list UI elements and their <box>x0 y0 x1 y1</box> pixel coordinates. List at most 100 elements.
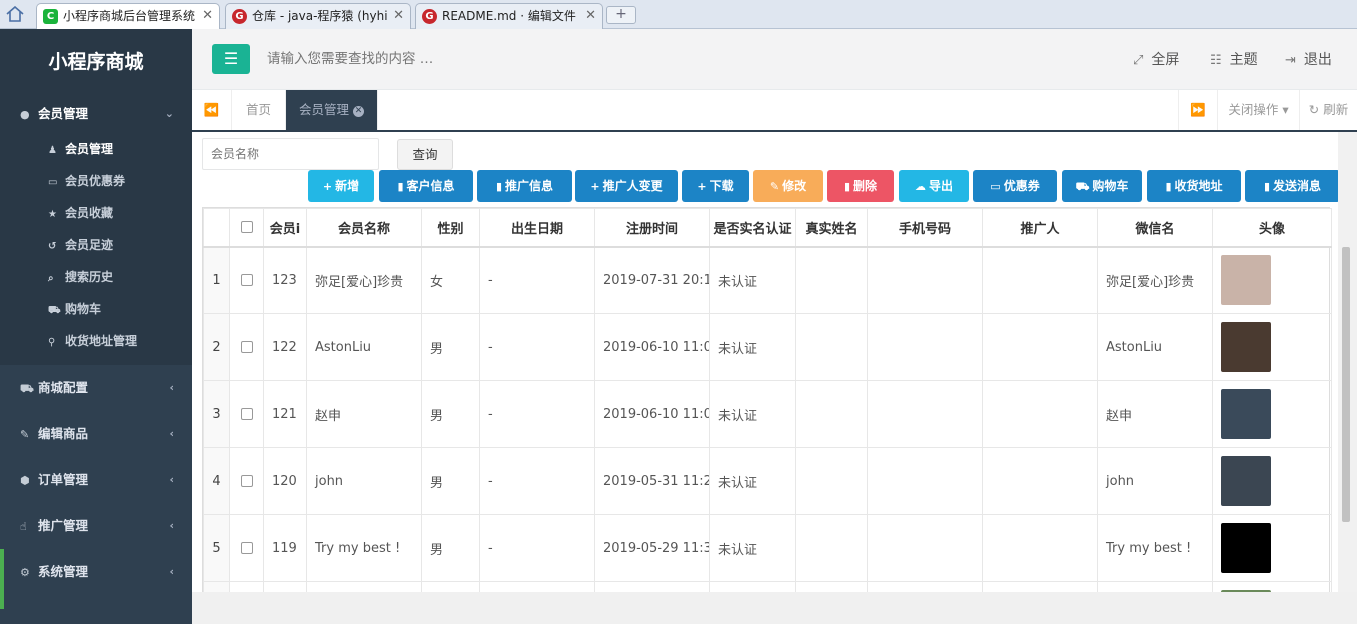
action-button[interactable]: ▮ 收货地址 <box>1147 170 1241 202</box>
sidebar-subitem[interactable]: ⛟ 购物车 <box>0 293 192 325</box>
table-row[interactable]: 2122AstonLiu男-2019-06-10 11:08:3未认证Aston… <box>203 313 1332 381</box>
close-icon[interactable]: ✕ <box>202 4 213 28</box>
avatar <box>1221 389 1271 439</box>
row-number: 4 <box>203 447 230 515</box>
tabs-scroll-left-button[interactable]: ⏪ <box>192 90 232 130</box>
action-button[interactable]: ▭ 优惠券 <box>973 170 1057 202</box>
close-icon[interactable]: ✕ <box>585 4 596 28</box>
cell-auth: 未认证 <box>709 514 796 582</box>
fullscreen-link[interactable]: ⤢ 全屏 <box>1133 49 1179 69</box>
row-checkbox-cell[interactable] <box>229 246 264 314</box>
browser-tab-strip: C 小程序商城后台管理系统 ✕ G 仓库 - java-程序猿 (hyhi ✕ … <box>0 0 1357 30</box>
tab-member-management[interactable]: 会员管理 ✕ <box>286 90 378 130</box>
table-row[interactable]: 3121赵申男-2019-06-10 11:00:0未认证赵申 <box>203 380 1332 448</box>
table-row[interactable] <box>203 581 1332 592</box>
row-checkbox-cell[interactable] <box>229 313 264 381</box>
user-circle-icon: ● <box>20 108 30 121</box>
browser-tab-admin[interactable]: C 小程序商城后台管理系统 ✕ <box>36 3 220 30</box>
sidebar-subitem[interactable]: ♟ 会员管理 <box>0 133 192 165</box>
action-button[interactable]: ✎ 修改 <box>753 170 823 202</box>
cell-avatar <box>1212 313 1332 381</box>
chevron-left-icon: ‹ <box>169 427 174 440</box>
logout-link[interactable]: ⇥ 退出 <box>1285 49 1332 69</box>
member-name-input[interactable] <box>202 138 379 170</box>
row-checkbox[interactable] <box>240 274 253 287</box>
select-all-checkbox[interactable] <box>240 221 253 234</box>
sidebar-group[interactable]: ⛟ 商城配置 ‹ <box>0 365 192 411</box>
column-header[interactable]: 会员名称 <box>306 208 422 248</box>
avatar <box>1221 255 1271 306</box>
sidebar-group-label: 订单管理 <box>38 472 89 487</box>
chevron-down-icon: ⌄ <box>164 107 174 120</box>
close-circle-icon[interactable]: ✕ <box>353 106 364 117</box>
column-header[interactable]: 推广人 <box>982 208 1098 248</box>
cell-wx: AstonLiu <box>1097 313 1213 381</box>
map-icon: ▮ <box>1263 180 1271 193</box>
query-button[interactable]: 查询 <box>397 139 453 170</box>
tabs-scroll-right-button[interactable]: ⏩ <box>1178 90 1218 130</box>
column-header[interactable]: 头像 <box>1212 208 1332 248</box>
sidebar-group[interactable]: ☝ 推广管理 ‹ <box>0 503 192 549</box>
row-checkbox[interactable] <box>240 542 253 554</box>
column-header[interactable]: 注册时间 <box>594 208 710 248</box>
sidebar-subitem[interactable]: ⚲ 收货地址管理 <box>0 325 192 357</box>
browser-tab-readme[interactable]: G README.md · 编辑文件 ✕ <box>415 3 603 29</box>
column-header[interactable]: 出生日期 <box>479 208 595 248</box>
row-checkbox-cell[interactable] <box>229 447 264 515</box>
main-content: 查询 +新增▮客户信息▮推广信息+推广人变更+下载✎修改▮删除☁导出▭优惠券⛟购… <box>192 132 1357 592</box>
action-button[interactable]: ▮ 推广信息 <box>477 170 572 202</box>
scrollbar-thumb[interactable] <box>1342 247 1350 522</box>
column-header[interactable]: 手机号码 <box>867 208 983 248</box>
sidebar-group[interactable]: ✎ 编辑商品 ‹ <box>0 411 192 457</box>
tab-home[interactable]: 首页 <box>232 90 286 130</box>
close-icon[interactable]: ✕ <box>393 4 404 28</box>
favicon-g-icon: G <box>422 9 437 24</box>
plus-icon: + <box>322 180 333 193</box>
row-checkbox-cell[interactable] <box>229 380 264 448</box>
action-button[interactable]: + 新增 <box>308 170 374 202</box>
home-icon[interactable] <box>6 6 24 22</box>
menu-toggle-button[interactable]: ☰ <box>212 44 250 74</box>
action-button[interactable]: + 下载 <box>682 170 749 202</box>
sidebar-subitem[interactable]: ⌕ 搜索历史 <box>0 261 192 293</box>
refresh-button[interactable]: ↻ 刷新 <box>1300 90 1357 130</box>
action-button[interactable]: ▮ 客户信息 <box>379 170 473 202</box>
row-checkbox[interactable] <box>240 341 253 353</box>
row-checkbox-cell[interactable] <box>229 581 264 592</box>
table-row[interactable]: 5119Try my best !男-2019-05-29 11:31:2未认证… <box>203 514 1332 582</box>
action-button[interactable]: ▮ 删除 <box>827 170 894 202</box>
sidebar-subitem[interactable]: ★ 会员收藏 <box>0 197 192 229</box>
theme-link[interactable]: ☷ 主题 <box>1210 49 1258 69</box>
new-tab-button[interactable]: + <box>606 6 636 24</box>
column-header[interactable]: 真实姓名 <box>795 208 868 248</box>
cell-auth <box>709 581 796 592</box>
vertical-scrollbar[interactable] <box>1338 132 1357 592</box>
table-row[interactable]: 4120john男-2019-05-31 11:26:2未认证john <box>203 447 1332 515</box>
close-operations-dropdown[interactable]: 关闭操作 ▾ <box>1218 90 1300 130</box>
sidebar-group[interactable]: ⚙ 系统管理 ‹ <box>0 549 192 595</box>
search-input[interactable] <box>267 49 667 69</box>
sidebar-subitem[interactable]: ▭ 会员优惠券 <box>0 165 192 197</box>
sidebar-subitem[interactable]: ↺ 会员足迹 <box>0 229 192 261</box>
sidebar-group[interactable]: ⬢ 订单管理 ‹ <box>0 457 192 503</box>
column-header[interactable]: 性别 <box>421 208 480 248</box>
action-button[interactable]: ☁ 导出 <box>899 170 969 202</box>
action-button-label: 客户信息 <box>406 179 455 193</box>
column-header[interactable]: 微信名 <box>1097 208 1213 248</box>
row-checkbox-cell[interactable] <box>229 514 264 582</box>
table-header: 会员i 会员名称 性别 出生日期 注册时间 是否实名认证 真实姓名 手机号码 推广人 微信名 头像 <box>203 208 1332 248</box>
column-header[interactable]: 会员i <box>263 208 307 248</box>
table-row[interactable]: 1123弥足[爱心]珍贵女-2019-07-31 20:13:5未认证弥足[爱心… <box>203 246 1332 314</box>
cell-phone <box>867 514 983 582</box>
sidebar-group-header[interactable]: ● 会员管理 ⌄ <box>0 93 192 133</box>
browser-tab-repo[interactable]: G 仓库 - java-程序猿 (hyhi ✕ <box>225 3 411 29</box>
action-button[interactable]: + 推广人变更 <box>575 170 678 202</box>
sidebar-subitem-label: 收货地址管理 <box>65 334 138 348</box>
sidebar-subitem-label: 会员优惠券 <box>65 174 126 188</box>
column-header[interactable]: 是否实名认证 <box>709 208 796 248</box>
action-button[interactable]: ⛟ 购物车 <box>1062 170 1142 202</box>
action-button[interactable]: ▮ 发送消息 <box>1245 170 1340 202</box>
select-all-header[interactable] <box>229 208 264 248</box>
row-checkbox[interactable] <box>240 475 253 487</box>
row-checkbox[interactable] <box>240 408 253 420</box>
